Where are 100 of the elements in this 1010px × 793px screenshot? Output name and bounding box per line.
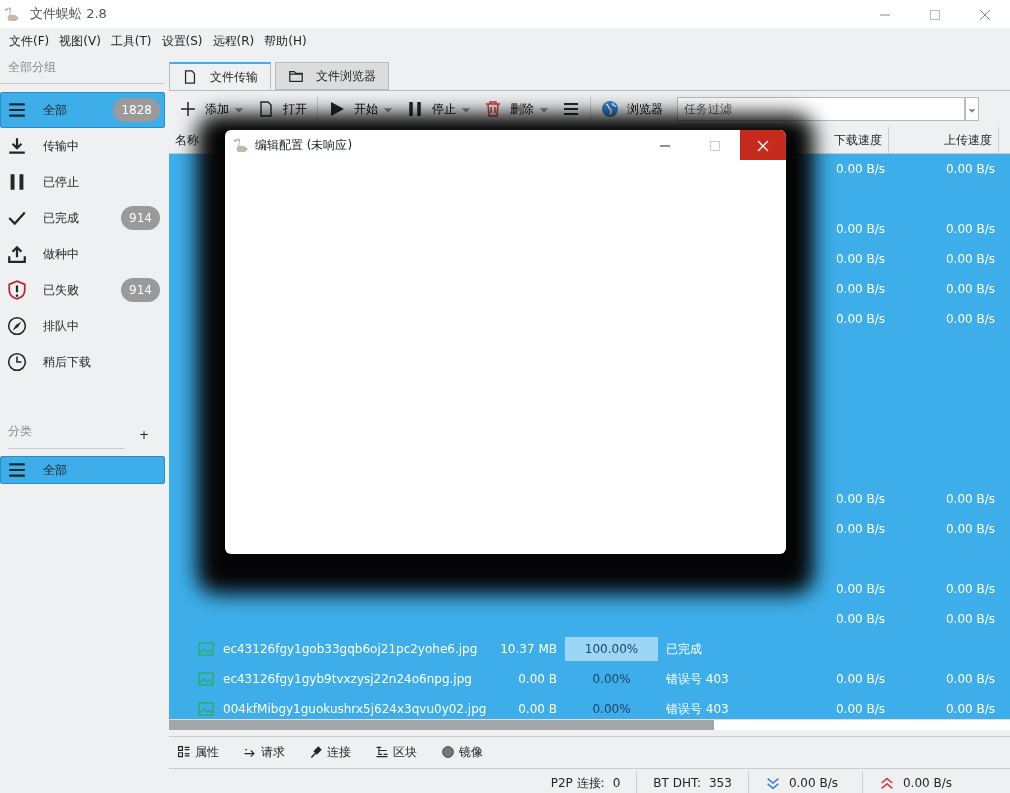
goose-icon: [233, 136, 251, 154]
dropdown-button[interactable]: [965, 97, 979, 121]
category-item[interactable]: 全部: [0, 456, 165, 484]
menu-item[interactable]: 帮助(H): [259, 32, 312, 50]
window-title: 文件蜈蚣 2.8: [30, 5, 107, 24]
status-value: 353: [708, 774, 732, 792]
sidebar-item[interactable]: 已失败 914: [0, 272, 165, 308]
pause-icon: [406, 100, 424, 118]
progress-label: 0.00%: [592, 672, 631, 686]
file-size: 10.37 MB: [500, 642, 557, 656]
add-category-button[interactable]: +: [138, 426, 149, 444]
upload-speed: 0.00 B/s: [902, 774, 952, 792]
tab[interactable]: 文件浏览器: [275, 62, 389, 90]
menu-item[interactable]: 文件(F): [4, 32, 55, 50]
download-speed: 0.00 B/s: [835, 582, 885, 596]
menu-item[interactable]: 远程(R): [207, 32, 260, 50]
panel-tab[interactable]: 镜像: [441, 742, 483, 761]
upload-speed: 0.00 B/s: [945, 222, 995, 236]
sidebar-item[interactable]: 排队中: [0, 308, 165, 344]
image-file-icon: [197, 640, 215, 658]
upload-icon: [7, 244, 27, 264]
panel-tab[interactable]: 连接: [309, 742, 351, 761]
properties-icon: [177, 744, 191, 759]
toolbar-button[interactable]: 添加: [173, 94, 251, 124]
panel-tab[interactable]: 属性: [177, 742, 219, 761]
sidebar-item[interactable]: 做种中: [0, 236, 165, 272]
download-speed: 0.00 B/s: [835, 672, 885, 686]
section-label: 全部分组: [0, 54, 165, 84]
section-label: 分类: [8, 421, 125, 449]
toolbar-button[interactable]: 打开: [251, 94, 313, 124]
plug-icon: [309, 744, 323, 759]
folder-icon: [288, 68, 304, 84]
upload-speed: 0.00 B/s: [945, 312, 995, 326]
file-size: 0.00 B: [518, 672, 557, 686]
toolbar-button[interactable]: 停止: [400, 94, 478, 124]
upload-speed: 0.00 B/s: [945, 582, 995, 596]
download-speed: 0.00 B/s: [835, 252, 885, 266]
sidebar-item[interactable]: 已完成 914: [0, 200, 165, 236]
goose-icon: [4, 5, 22, 23]
menu-item[interactable]: 视图(V): [54, 32, 106, 50]
close-icon: [979, 8, 991, 21]
status-text: 错误号 403: [666, 702, 729, 716]
file-size: 0.00 B: [518, 702, 557, 716]
column-header[interactable]: 上传速度: [889, 127, 999, 153]
table-row[interactable]: ec43126fgy1gyb9tvxzysj22n24o6npg.jpg 0.00 B 0.00% 错误号 403 0.00 B/s 0.00 B/s: [169, 664, 1010, 694]
toolbar-button[interactable]: 删除: [478, 94, 556, 124]
menu-icon: [562, 100, 580, 118]
upload-speed: 0.00 B/s: [945, 612, 995, 626]
sidebar-item[interactable]: 已停止: [0, 164, 165, 200]
panel-tab[interactable]: 请求: [243, 742, 285, 761]
sidebar-item[interactable]: 全部 1828: [0, 92, 165, 128]
panel-tab[interactable]: 区块: [375, 742, 417, 761]
file-icon: [257, 100, 275, 118]
upload-speed: 0.00 B/s: [945, 282, 995, 296]
download-speed: 0.00 B/s: [835, 282, 885, 296]
status-label: BT DHT:: [653, 774, 701, 792]
status-text: 已完成: [666, 642, 702, 656]
shield-icon: [7, 280, 27, 300]
circle-icon: [441, 744, 455, 759]
column-header[interactable]: 下载速度: [809, 127, 889, 153]
upload-speed: 0.00 B/s: [945, 492, 995, 506]
toolbar-button[interactable]: 开始: [322, 94, 400, 124]
menu-icon: [7, 460, 27, 480]
upload-speed: 0.00 B/s: [945, 702, 995, 716]
dialog-title: 编辑配置 (未响应): [255, 137, 354, 154]
table-row[interactable]: ec43126fgy1gob33gqb6oj21pc2yohe6.jpg 10.37 MB 100.00% 已完成: [169, 634, 1010, 664]
filter-field[interactable]: 任务过滤: [677, 97, 965, 121]
trash-icon: [484, 100, 502, 118]
menu-item[interactable]: 设置(S): [156, 32, 208, 50]
download-speed: 0.00 B/s: [835, 702, 885, 716]
menu-item[interactable]: 工具(T): [105, 32, 157, 50]
upload-speed: 0.00 B/s: [945, 162, 995, 176]
status-value: 0: [612, 774, 621, 792]
upload-speed: 0.00 B/s: [945, 252, 995, 266]
sidebar-item[interactable]: 传输中: [0, 128, 165, 164]
upload-speed: 0.00 B/s: [945, 672, 995, 686]
file-name: ec43126fgy1gob33gqb6oj21pc2yohe6.jpg: [223, 641, 478, 658]
toolbar-button[interactable]: 浏览器: [595, 94, 669, 124]
download-speed: 0.00 B/s: [835, 612, 885, 626]
status-label: P2P 连接:: [550, 774, 605, 792]
table-row[interactable]: 004kfMibgy1guokushrx5j624x3qvu0y02.jpg 0.00 B 0.00% 错误号 403 0.00 B/s 0.00 B/s: [169, 694, 1010, 719]
download-speed: 0.00 B/s: [788, 774, 838, 792]
sidebar-item[interactable]: 稍后下载: [0, 344, 165, 380]
download-speed: 0.00 B/s: [835, 522, 885, 536]
maximize-icon: [709, 139, 721, 152]
scrollbar-thumb[interactable]: [169, 720, 714, 730]
play-icon: [328, 100, 346, 118]
count-badge: 914: [121, 206, 160, 230]
plus-icon: [179, 100, 197, 118]
maximize-icon: [929, 8, 941, 21]
close-button[interactable]: [740, 130, 786, 160]
close-icon: [757, 139, 769, 152]
download-speed: 0.00 B/s: [835, 312, 885, 326]
download-speed: 0.00 B/s: [835, 162, 885, 176]
image-file-icon: [197, 700, 215, 718]
globe-icon: [601, 100, 619, 118]
download-icon: [7, 136, 27, 156]
tab[interactable]: 文件传输: [169, 62, 271, 90]
progress-label: 0.00%: [592, 702, 631, 716]
progress-label: 100.00%: [584, 642, 639, 656]
